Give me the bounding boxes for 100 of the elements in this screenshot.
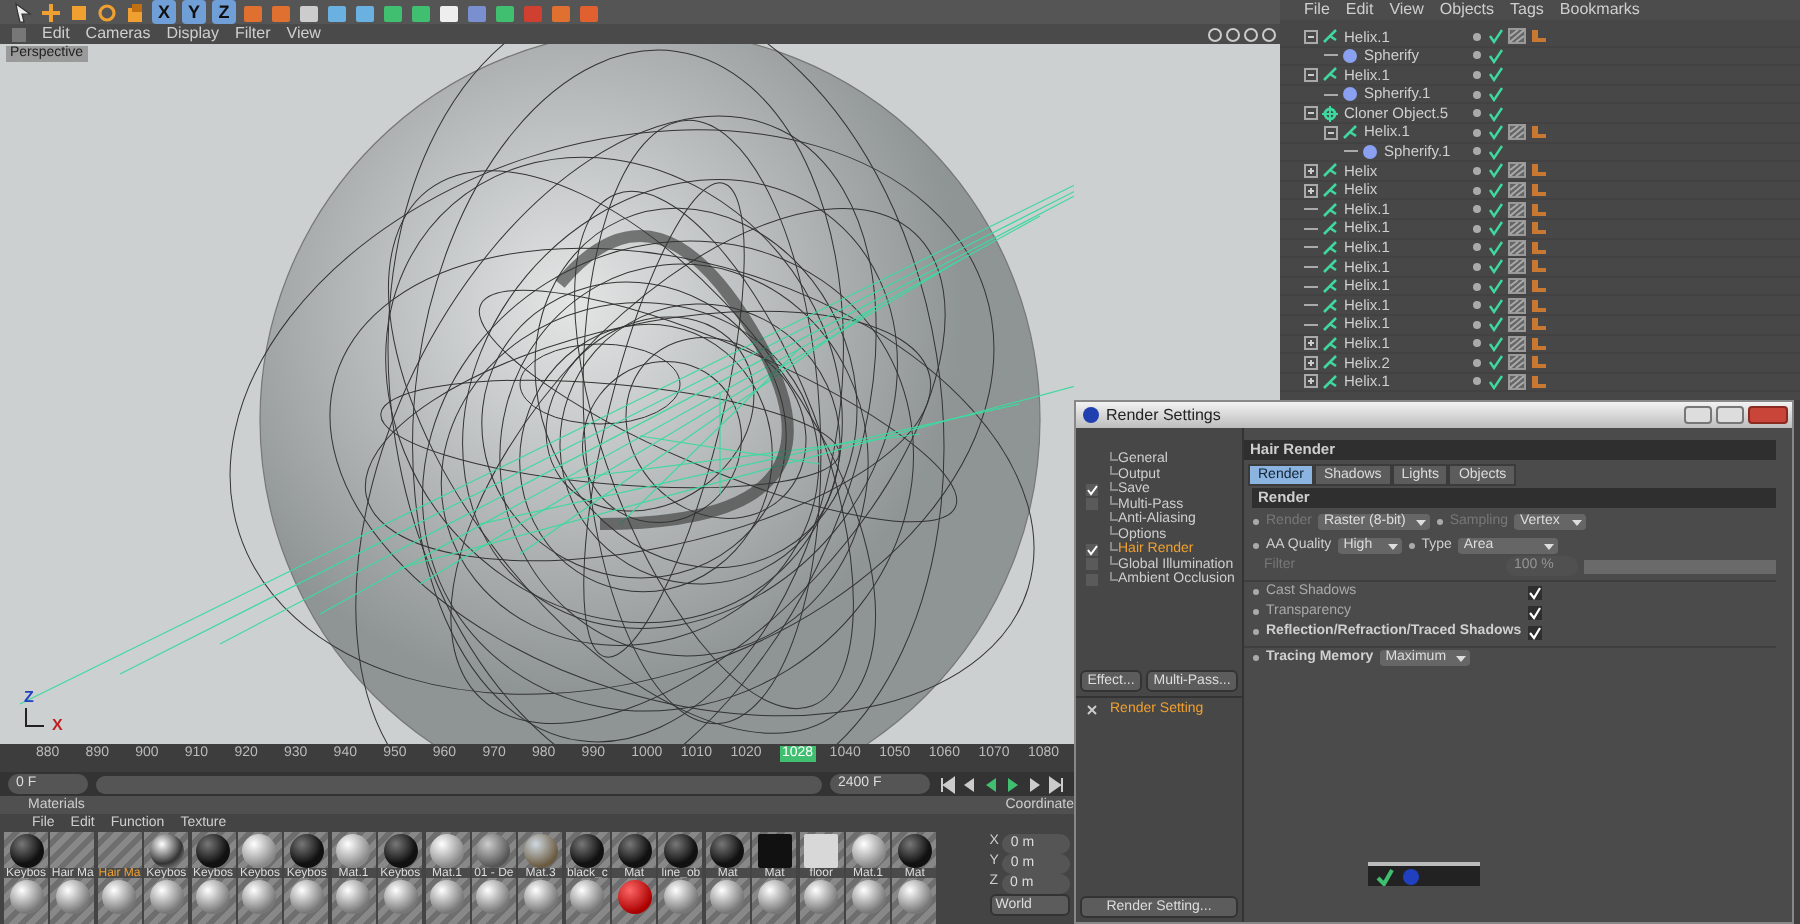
visibility-dot-icon[interactable] — [1472, 146, 1482, 157]
material-swatch[interactable] — [284, 878, 329, 924]
material-swatch[interactable] — [612, 878, 657, 924]
step-forward-icon[interactable] — [1026, 775, 1044, 793]
collapse-icon[interactable] — [1304, 67, 1318, 82]
material-tag-icon[interactable] — [1508, 278, 1526, 295]
visibility-dot-icon[interactable] — [1472, 108, 1482, 119]
material-tag-icon[interactable] — [1508, 28, 1526, 45]
visibility-dot-icon[interactable] — [1472, 89, 1482, 100]
material-tag-icon[interactable] — [1508, 373, 1526, 390]
checkbox[interactable] — [1086, 543, 1098, 556]
menu-item[interactable]: Display — [166, 24, 219, 44]
material-tag-icon[interactable] — [1508, 258, 1526, 275]
minimize-button[interactable] — [1684, 406, 1712, 424]
menu-item[interactable]: Cameras — [85, 24, 151, 44]
expand-icon[interactable] — [1304, 374, 1318, 389]
checkbox[interactable] — [1086, 498, 1098, 511]
collapse-icon[interactable] — [1324, 125, 1338, 140]
material-swatch[interactable] — [892, 878, 937, 924]
material-swatch[interactable] — [50, 878, 95, 924]
material-swatch[interactable] — [378, 878, 423, 924]
axis-button[interactable]: Y — [182, 0, 206, 24]
material-swatch[interactable] — [191, 878, 236, 924]
material-swatch[interactable] — [752, 878, 797, 924]
material-tag-icon[interactable] — [1508, 124, 1526, 141]
visibility-dot-icon[interactable] — [1472, 50, 1482, 61]
material-swatch[interactable] — [565, 878, 610, 924]
checkbox[interactable] — [1528, 585, 1542, 599]
axis-button[interactable]: Z — [212, 0, 236, 24]
menu-item[interactable]: Tags — [1510, 0, 1544, 20]
collapse-icon[interactable] — [1304, 29, 1318, 44]
caret-icon — [1387, 544, 1398, 550]
menu-item[interactable]: View — [286, 24, 321, 44]
material-swatch[interactable] — [331, 878, 376, 924]
checkbox[interactable] — [1528, 605, 1542, 619]
visibility-dot-icon[interactable] — [1472, 127, 1482, 138]
spline-icon — [1322, 28, 1338, 45]
menu-item[interactable]: Bookmarks — [1559, 0, 1640, 20]
expand-icon[interactable] — [1304, 336, 1318, 351]
slider-track[interactable] — [1584, 559, 1776, 573]
visibility-dot-icon[interactable] — [1472, 261, 1482, 272]
visibility-dot-icon[interactable] — [1472, 185, 1482, 196]
material-tag-icon[interactable] — [1508, 316, 1526, 333]
visibility-dot-icon[interactable] — [1472, 165, 1482, 176]
visibility-dot-icon[interactable] — [1472, 223, 1482, 234]
material-tag-icon[interactable] — [1508, 220, 1526, 237]
visibility-dot-icon[interactable] — [1472, 357, 1482, 368]
material-swatch[interactable] — [144, 878, 189, 924]
visibility-dot-icon[interactable] — [1472, 31, 1482, 42]
material-swatch[interactable] — [471, 878, 516, 924]
material-tag-icon[interactable] — [1508, 182, 1526, 199]
hair-tag-icon[interactable] — [1530, 124, 1548, 141]
material-swatch[interactable] — [97, 878, 142, 924]
material-swatch[interactable] — [425, 878, 470, 924]
visibility-dot-icon[interactable] — [1472, 69, 1482, 80]
material-swatch[interactable] — [658, 878, 703, 924]
expand-icon[interactable] — [1304, 163, 1318, 178]
material-tag-icon[interactable] — [1508, 354, 1526, 371]
menu-item[interactable]: Edit — [1345, 0, 1374, 20]
spline-icon — [1322, 162, 1338, 179]
check-icon[interactable] — [1376, 867, 1394, 885]
material-swatch[interactable] — [846, 878, 891, 924]
visibility-dot-icon[interactable] — [1472, 204, 1482, 215]
material-swatch[interactable] — [705, 878, 750, 924]
material-tag-icon[interactable] — [1508, 201, 1526, 218]
visibility-dot-icon[interactable] — [1472, 300, 1482, 311]
visibility-dot-icon[interactable] — [1472, 281, 1482, 292]
visibility-dot-icon[interactable] — [1472, 242, 1482, 253]
skip-start-icon[interactable] — [938, 775, 956, 793]
caret-icon — [1415, 520, 1426, 526]
collapse-icon[interactable] — [1304, 106, 1318, 121]
material-swatch[interactable] — [799, 878, 844, 924]
menu-item[interactable]: Filter — [234, 24, 271, 44]
cross-icon[interactable] — [1086, 703, 1098, 716]
material-tag-icon[interactable] — [1508, 297, 1526, 314]
expand-icon[interactable] — [1304, 355, 1318, 370]
maximize-button[interactable] — [1716, 406, 1744, 424]
material-tag-icon[interactable] — [1508, 239, 1526, 256]
axis-button[interactable]: X — [152, 0, 176, 24]
visibility-dot-icon[interactable] — [1472, 376, 1482, 387]
step-back-icon[interactable] — [960, 775, 978, 793]
menu-item[interactable]: Objects — [1439, 0, 1495, 20]
menu-item[interactable]: View — [1389, 0, 1424, 20]
visibility-dot-icon[interactable] — [1472, 319, 1482, 330]
expand-icon[interactable] — [1304, 183, 1318, 198]
material-tag-icon[interactable] — [1508, 162, 1526, 179]
hair-tag-icon[interactable] — [1530, 28, 1548, 45]
material-swatch[interactable] — [518, 878, 563, 924]
menu-item[interactable]: Edit — [42, 24, 70, 44]
checkbox[interactable] — [1086, 483, 1098, 496]
checkbox[interactable] — [1086, 558, 1098, 571]
scale-icon[interactable] — [68, 1, 90, 23]
visibility-dot-icon[interactable] — [1472, 338, 1482, 349]
material-swatch[interactable] — [4, 878, 48, 924]
material-swatch[interactable] — [237, 878, 282, 924]
menu-item[interactable]: File — [1304, 0, 1330, 20]
checkbox[interactable] — [1528, 625, 1542, 639]
skip-end-icon[interactable] — [1048, 775, 1066, 793]
spline-icon — [1342, 124, 1358, 141]
material-tag-icon[interactable] — [1508, 335, 1526, 352]
